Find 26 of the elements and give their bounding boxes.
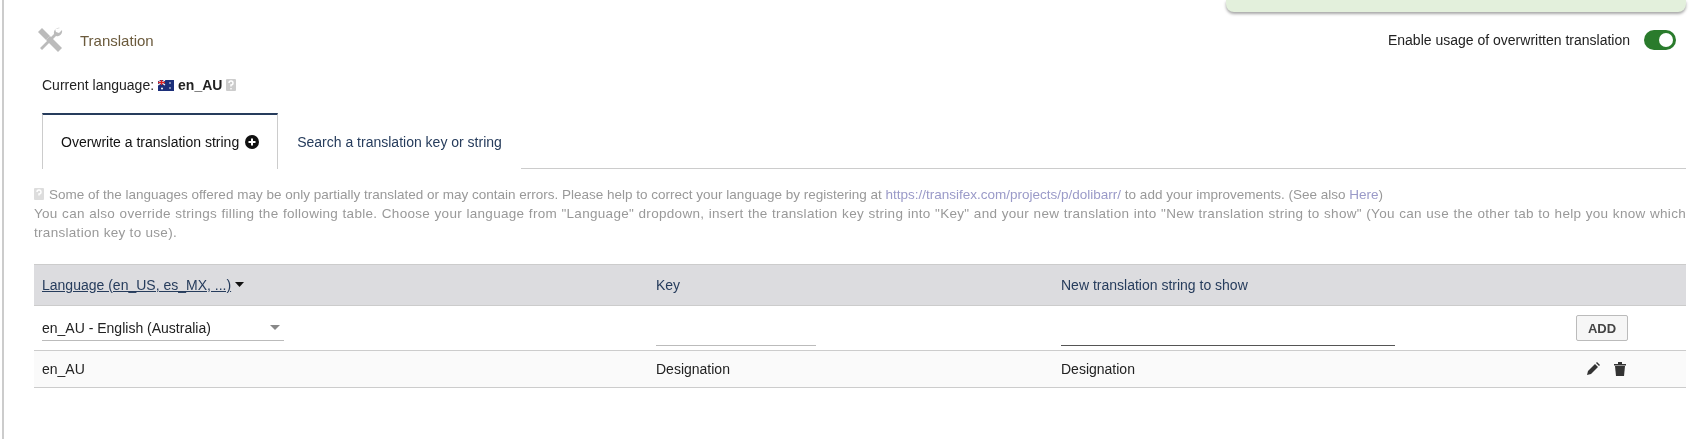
language-select[interactable]: en_AU - English (Australia) [42, 315, 284, 341]
table-cell-text: en_AU [42, 361, 86, 377]
trash-icon[interactable] [1614, 362, 1626, 376]
column-header: New translation string to show [1061, 277, 1249, 293]
page-title: Translation [80, 31, 154, 49]
pencil-icon[interactable] [1586, 362, 1600, 376]
toggle-label: Enable usage of overwritten translation [1387, 32, 1630, 48]
caret-icon [270, 324, 280, 331]
column-header: Key [656, 277, 682, 293]
add-button[interactable]: ADD [1576, 315, 1628, 341]
note-text: ) [1378, 187, 1383, 202]
toggle-switch[interactable] [1644, 30, 1676, 50]
flag-icon [158, 79, 175, 91]
current-language-label: Current language: [42, 77, 155, 93]
caret-icon [235, 282, 245, 288]
help-icon [34, 188, 44, 200]
column-header-link[interactable]: Language (en_US, es_MX, ...) [42, 277, 656, 293]
note-text: to add your improvements. (See also [1124, 187, 1346, 202]
note-paragraph: You can also override strings filling the following table. Choose your language from "Language" dropdown, insert the translation key string into "Key" and your new translation into "New translation string to show" (You can use the other tab to help you know which translation key to use). [34, 205, 1686, 242]
table-cell-text: Designation [656, 361, 731, 377]
current-language-value: en_AU [178, 77, 223, 93]
table-cell-text: Designation [1061, 361, 1136, 377]
tab[interactable]: Overwrite a translation string [42, 113, 279, 169]
note-text: Some of the languages offered may be only partially translated or may contain errors. Please help to correct your language by registering at [49, 187, 882, 202]
help-icon [226, 79, 237, 91]
plus-circle-icon [245, 135, 260, 149]
